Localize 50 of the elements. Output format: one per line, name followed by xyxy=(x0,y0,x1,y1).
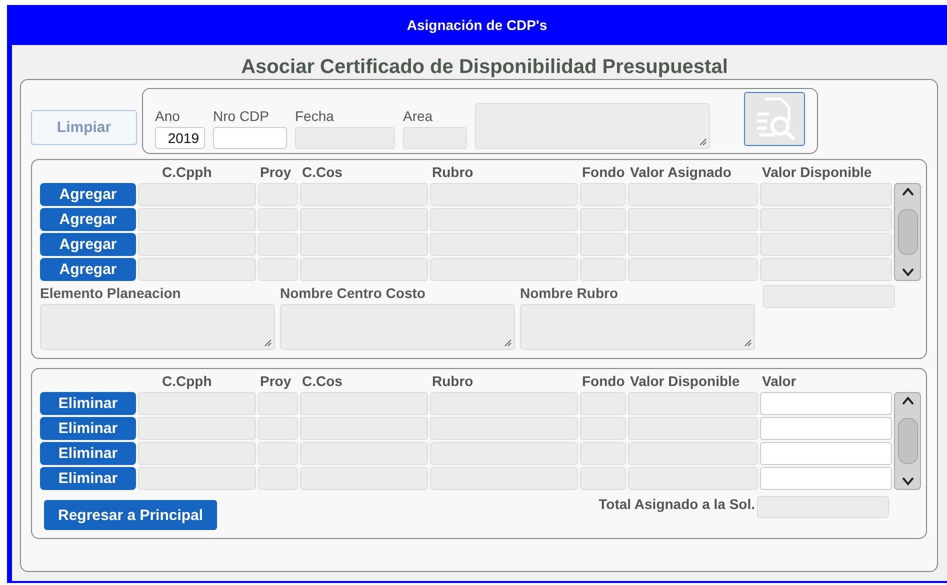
column-header: Proy xyxy=(259,373,292,390)
delete-button[interactable]: Eliminar xyxy=(40,417,136,440)
scroll-up-icon[interactable] xyxy=(902,396,914,405)
input-field[interactable] xyxy=(760,442,892,465)
add-button[interactable]: Agregar xyxy=(40,258,136,281)
column-header: C.Cpph xyxy=(161,373,213,390)
field-label: Nombre Centro Costo xyxy=(280,285,426,301)
total-label: Total Asignado a la Sol. xyxy=(598,496,755,512)
column-header: C.Cpph xyxy=(161,164,213,181)
resize-grip-icon[interactable] xyxy=(699,138,707,146)
field-label: Nro CDP xyxy=(213,108,270,124)
add-button[interactable]: Agregar xyxy=(40,183,136,206)
column-header: Valor Disponible xyxy=(761,164,873,181)
add-button[interactable]: Agregar xyxy=(40,208,136,231)
delete-button[interactable]: Eliminar xyxy=(40,442,136,465)
field-label: Area xyxy=(403,108,434,124)
resize-grip-icon[interactable] xyxy=(744,339,752,347)
page-heading: Asociar Certificado de Disponibilidad Presupuestal xyxy=(241,55,728,79)
column-header: Valor Asignado xyxy=(629,164,732,181)
delete-button[interactable]: Eliminar xyxy=(40,392,136,415)
column-header: Rubro xyxy=(431,164,474,181)
readonly-field xyxy=(403,127,467,149)
scroll-down-icon[interactable] xyxy=(902,268,914,277)
add-button[interactable]: Agregar xyxy=(40,233,136,256)
field-label: Elemento Planeacion xyxy=(40,285,182,301)
field-label: Nombre Rubro xyxy=(520,285,619,301)
column-header: Valor xyxy=(761,373,798,390)
input-field[interactable] xyxy=(213,127,287,149)
field-label: Ano xyxy=(155,108,181,124)
input-field[interactable] xyxy=(760,467,892,490)
resize-grip-icon[interactable] xyxy=(504,339,512,347)
scrollbar[interactable] xyxy=(894,392,921,490)
scroll-up-icon[interactable] xyxy=(902,187,914,196)
input-field[interactable] xyxy=(760,392,892,415)
column-header: Rubro xyxy=(431,373,474,390)
scroll-down-icon[interactable] xyxy=(902,477,914,486)
delete-button[interactable]: Eliminar xyxy=(40,467,136,490)
scrollbar[interactable] xyxy=(894,183,921,281)
column-header: Valor Disponible xyxy=(629,373,741,390)
column-header: Fondo xyxy=(581,373,626,390)
back-button[interactable]: Regresar a Principal xyxy=(44,500,218,530)
field-label: Fecha xyxy=(295,108,335,124)
column-header: Proy xyxy=(259,164,292,181)
input-field[interactable]: 2019 xyxy=(155,127,205,149)
column-header: C.Cos xyxy=(301,373,344,390)
resize-grip-icon[interactable] xyxy=(264,339,272,347)
column-header: Fondo xyxy=(581,164,626,181)
input-field[interactable] xyxy=(760,417,892,440)
column-header: C.Cos xyxy=(301,164,344,181)
search-document-button[interactable] xyxy=(744,92,805,146)
